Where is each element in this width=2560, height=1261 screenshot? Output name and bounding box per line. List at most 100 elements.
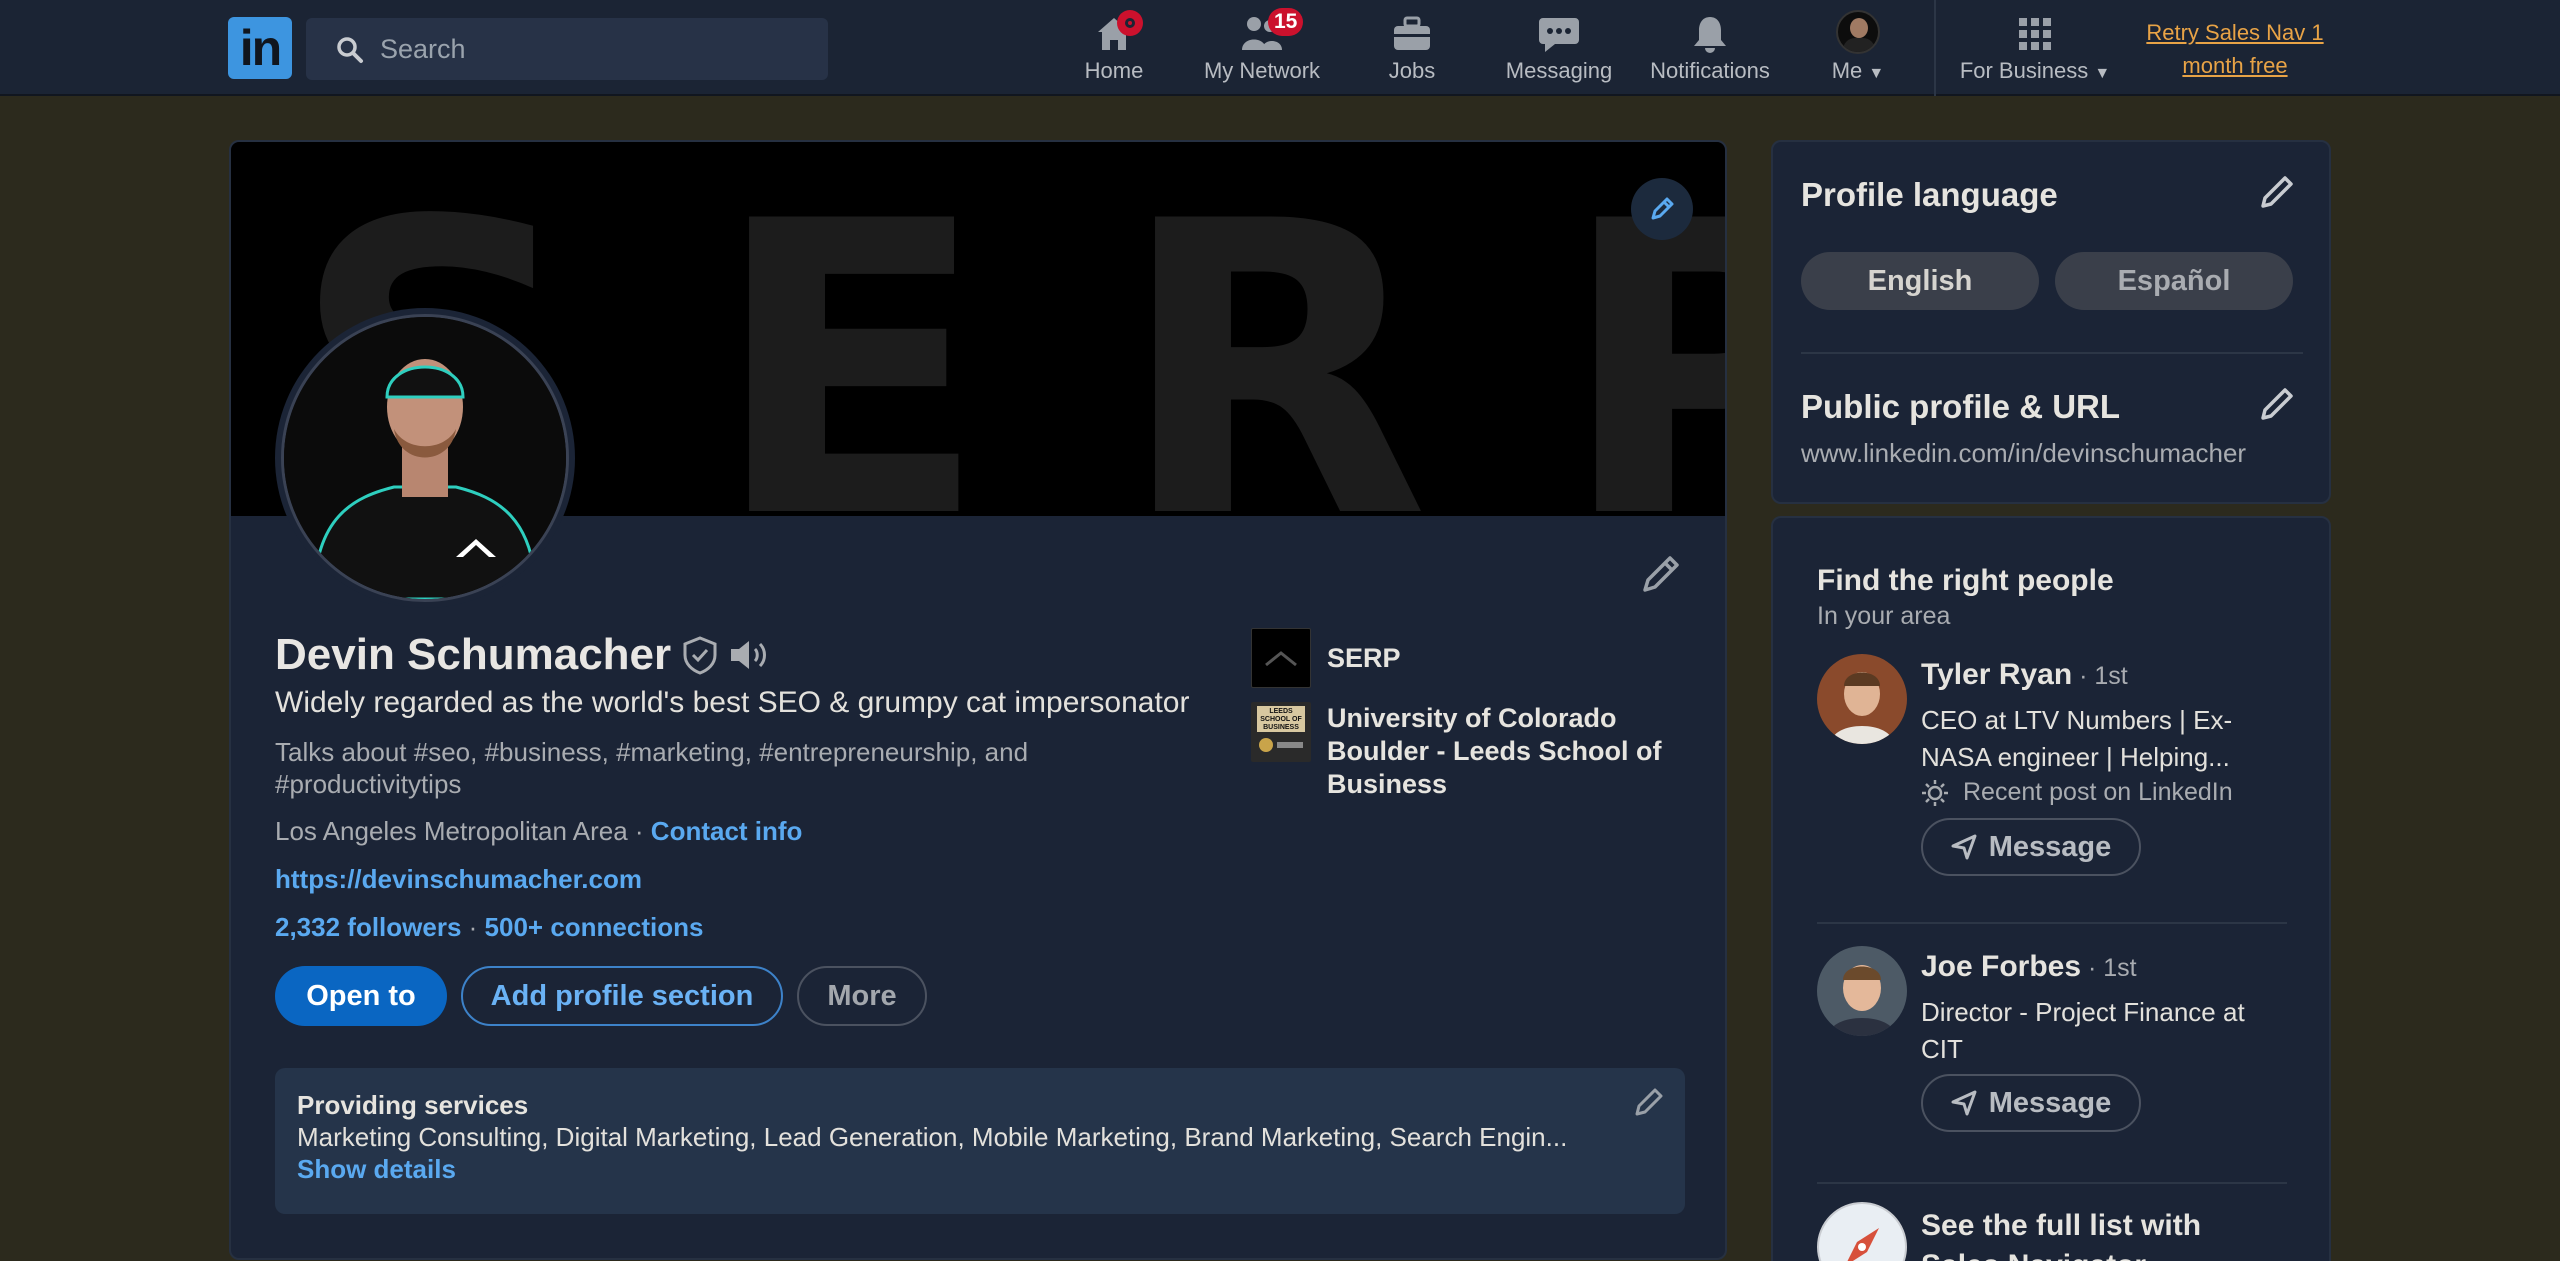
search-bar[interactable] xyxy=(306,18,828,80)
linkedin-logo[interactable]: in xyxy=(228,17,292,79)
profile-language-card: Profile language English Español Public … xyxy=(1771,140,2331,504)
more-button[interactable]: More xyxy=(797,966,927,1026)
pencil-icon xyxy=(1643,556,1679,592)
person-avatar xyxy=(1817,946,1907,1036)
compass-icon xyxy=(1817,1202,1907,1261)
nav-jobs-label: Jobs xyxy=(1388,58,1436,83)
chevron-down-icon: ▼ xyxy=(2094,65,2111,82)
contact-info-link[interactable]: Contact info xyxy=(651,816,803,846)
sales-navigator-link[interactable]: See the full list with Sales Navigator xyxy=(1817,1202,2297,1261)
edit-services-button[interactable] xyxy=(1633,1086,1665,1123)
school-name: University of Colorado Boulder - Leeds S… xyxy=(1327,703,1662,799)
nav-messaging-label: Messaging xyxy=(1505,58,1613,83)
find-people-subtitle: In your area xyxy=(1817,602,1951,630)
home-notification-dot xyxy=(1117,10,1143,36)
connection-degree: · 1st xyxy=(2072,662,2128,690)
pencil-icon xyxy=(1635,1088,1663,1116)
edit-banner-button[interactable] xyxy=(1631,178,1693,240)
find-people-title: Find the right people xyxy=(1817,564,2114,597)
rail-divider xyxy=(1801,352,2303,354)
public-profile-title: Public profile & URL xyxy=(1801,388,2121,425)
nav-divider xyxy=(1934,0,1936,96)
chevron-down-icon: ▼ xyxy=(1868,65,1885,82)
pencil-icon xyxy=(2261,176,2293,208)
serp-logo xyxy=(1251,628,1311,688)
message-button[interactable]: Message xyxy=(1921,1074,2141,1132)
nav-my-network[interactable]: 15 My Network xyxy=(1196,8,1328,90)
website-row: https://devinschumacher.com xyxy=(275,864,642,895)
grid-icon xyxy=(2019,18,2051,50)
language-english[interactable]: English xyxy=(1801,252,2039,310)
people-divider xyxy=(1817,1182,2287,1184)
search-icon xyxy=(336,36,364,69)
providing-services-card: Providing services Marketing Consulting,… xyxy=(275,1068,1685,1214)
nav-notifications[interactable]: Notifications xyxy=(1640,10,1780,90)
nav-for-business-label: For Business ▼ xyxy=(1959,58,2111,83)
top-nav: in Home 15 My Network Jobs Messaging xyxy=(0,0,2560,96)
services-title: Providing services xyxy=(297,1090,529,1120)
company-name: SERP xyxy=(1327,643,1401,673)
messaging-icon xyxy=(1539,18,1579,52)
name-pronunciation-speaker-icon[interactable] xyxy=(727,635,771,675)
person-name: Tyler Ryan · 1st xyxy=(1921,658,2128,691)
public-profile-url[interactable]: www.linkedin.com/in/devinschumacher xyxy=(1801,438,2246,469)
followers-link[interactable]: 2,332 followers xyxy=(275,912,461,942)
recent-post-row: Recent post on LinkedIn xyxy=(1921,778,2233,807)
person-title: CEO at LTV Numbers | Ex-NASA engineer | … xyxy=(1921,705,2233,772)
open-to-button[interactable]: Open to xyxy=(275,966,447,1026)
profile-photo-image xyxy=(281,314,569,602)
search-input[interactable] xyxy=(380,18,810,80)
followers-connections-row: 2,332 followers · 500+ connections xyxy=(275,912,704,942)
edit-language-button[interactable] xyxy=(2257,172,2297,217)
verified-shield-icon[interactable] xyxy=(681,635,719,675)
nav-me[interactable]: Me ▼ xyxy=(1822,10,1894,90)
connection-degree: · 1st xyxy=(2081,954,2137,982)
nav-me-label: Me ▼ xyxy=(1831,58,1885,83)
language-espanol[interactable]: Español xyxy=(2055,252,2293,310)
briefcase-icon xyxy=(1394,16,1430,50)
talks-about: Talks about #seo, #business, #marketing,… xyxy=(275,737,1029,799)
profile-language-title: Profile language xyxy=(1801,176,2058,213)
people-divider xyxy=(1817,922,2287,924)
me-avatar xyxy=(1836,10,1880,54)
pencil-icon xyxy=(1651,197,1674,220)
edit-public-url-button[interactable] xyxy=(2257,384,2297,429)
profile-photo[interactable] xyxy=(275,308,575,608)
sales-navigator-text: See the full list with Sales Navigator xyxy=(1921,1209,2202,1261)
sales-nav-promo-link[interactable]: Retry Sales Nav 1 month free xyxy=(2130,16,2340,82)
location-text: Los Angeles Metropolitan Area xyxy=(275,816,628,846)
connections-link[interactable]: 500+ connections xyxy=(485,912,704,942)
profile-name: Devin Schumacher xyxy=(275,630,672,679)
add-profile-section-button[interactable]: Add profile section xyxy=(461,966,783,1026)
person-title: Director - Project Finance at CIT xyxy=(1921,997,2245,1064)
website-link[interactable]: https://devinschumacher.com xyxy=(275,864,642,894)
lightbulb-icon xyxy=(1922,779,1948,806)
nav-jobs[interactable]: Jobs xyxy=(1372,10,1452,90)
send-icon xyxy=(1951,1090,1977,1116)
leeds-school-logo: LEEDS SCHOOL OF BUSINESS xyxy=(1251,702,1311,762)
profile-card: SERP Devin Schumacher Widely regarded as… xyxy=(229,140,1727,1260)
pencil-icon xyxy=(2261,388,2293,420)
profile-headline: Widely regarded as the world's best SEO … xyxy=(275,686,1190,719)
nav-notifications-label: Notifications xyxy=(1650,58,1770,83)
nav-home-label: Home xyxy=(1084,58,1144,83)
nav-for-business[interactable]: For Business ▼ xyxy=(1950,10,2120,90)
message-button[interactable]: Message xyxy=(1921,818,2141,876)
person-card[interactable]: Joe Forbes · 1st Director - Project Fina… xyxy=(1817,946,2297,1146)
services-list: Marketing Consulting, Digital Marketing,… xyxy=(297,1122,1568,1152)
nav-home[interactable]: Home xyxy=(1073,10,1155,90)
person-card[interactable]: Tyler Ryan · 1st CEO at LTV Numbers | Ex… xyxy=(1817,654,2297,884)
send-icon xyxy=(1951,834,1977,860)
person-name: Joe Forbes · 1st xyxy=(1921,950,2137,983)
show-details-link[interactable]: Show details xyxy=(297,1154,456,1185)
person-avatar xyxy=(1817,654,1907,744)
edit-intro-button[interactable] xyxy=(1639,552,1683,601)
nav-messaging[interactable]: Messaging xyxy=(1494,10,1624,90)
nav-my-network-label: My Network xyxy=(1203,58,1321,83)
name-row: Devin Schumacher xyxy=(275,630,771,680)
location-row: Los Angeles Metropolitan Area · Contact … xyxy=(275,816,803,846)
find-people-card: Find the right people In your area Tyler… xyxy=(1771,516,2331,1261)
bell-icon xyxy=(1694,17,1726,53)
education[interactable]: LEEDS SCHOOL OF BUSINESS University of C… xyxy=(1251,702,1667,801)
current-company[interactable]: SERP xyxy=(1251,628,1401,688)
